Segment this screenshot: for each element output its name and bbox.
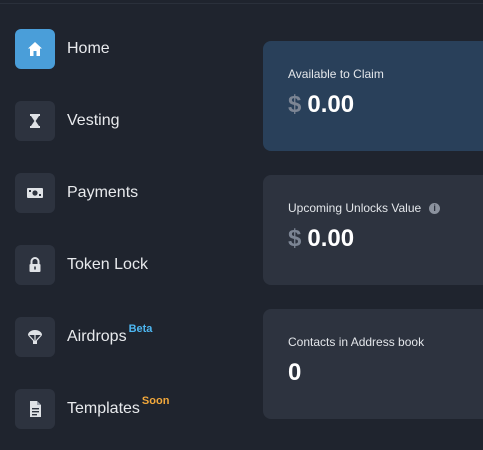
soon-badge: Soon	[141, 395, 170, 407]
card-title: Available to Claim	[288, 67, 384, 81]
amount: 0.00	[307, 225, 355, 252]
sidebar-item-airdrops[interactable]: Airdrops Beta	[15, 317, 235, 357]
card-value: $ 0.00	[288, 91, 354, 119]
currency-symbol: $	[288, 91, 302, 118]
sidebar-item-vesting[interactable]: Vesting	[15, 101, 235, 141]
sidebar-item-label: Vesting	[67, 112, 120, 129]
amount: 0.00	[307, 91, 355, 118]
currency-symbol: $	[288, 225, 302, 252]
card-title: Contacts in Address book	[288, 335, 424, 349]
document-icon	[15, 389, 55, 429]
sidebar-item-label: Home	[67, 40, 110, 57]
upcoming-unlocks-card: Upcoming Unlocks Value i $ 0.00	[263, 175, 483, 285]
sidebar-item-templates[interactable]: Templates Soon	[15, 389, 235, 429]
sidebar-item-token-lock[interactable]: Token Lock	[15, 245, 235, 285]
card-title: Upcoming Unlocks Value i	[288, 201, 441, 215]
parachute-icon	[15, 317, 55, 357]
sidebar-item-label: Airdrops	[67, 328, 127, 345]
cash-icon	[15, 173, 55, 213]
sidebar-item-home[interactable]: Home	[15, 29, 235, 69]
sidebar-item-payments[interactable]: Payments	[15, 173, 235, 213]
sidebar-item-label: Templates	[67, 400, 140, 417]
contacts-card: Contacts in Address book 0	[263, 309, 483, 419]
hourglass-icon	[15, 101, 55, 141]
lock-icon	[15, 245, 55, 285]
card-value: 0	[288, 359, 301, 387]
card-title-text: Contacts in Address book	[288, 335, 425, 349]
card-value: $ 0.00	[288, 225, 354, 253]
beta-badge: Beta	[128, 323, 153, 335]
amount: 0	[288, 359, 302, 386]
info-icon[interactable]: i	[429, 202, 441, 214]
sidebar-nav: Home Vesting Payments Token Lock Airdrop…	[0, 0, 240, 450]
available-to-claim-card: Available to Claim $ 0.00	[263, 41, 483, 151]
sidebar-item-label: Payments	[67, 184, 139, 201]
home-icon	[15, 29, 55, 69]
sidebar-item-label: Token Lock	[67, 256, 148, 273]
card-title-text: Available to Claim	[288, 67, 384, 81]
card-title-text: Upcoming Unlocks Value	[288, 201, 422, 215]
